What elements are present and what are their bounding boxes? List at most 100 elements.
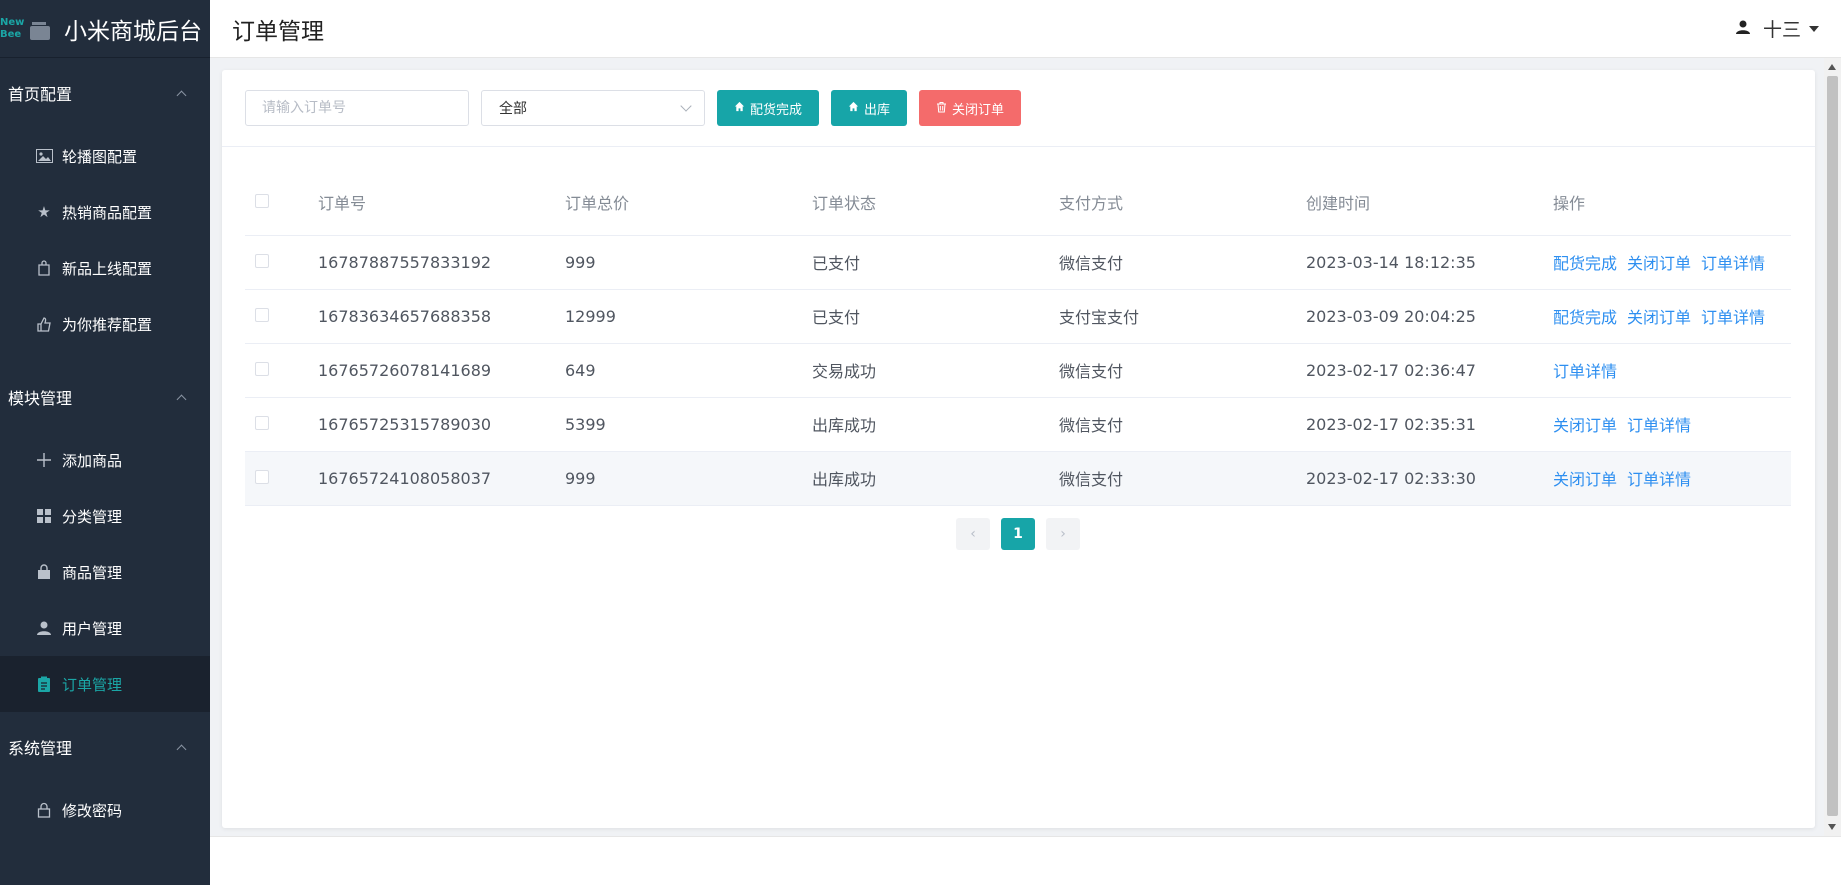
row-select-cell — [245, 451, 318, 506]
thumb-icon — [34, 314, 54, 334]
order-detail-link[interactable]: 订单详情 — [1553, 362, 1617, 381]
sidebar-item-add-goods[interactable]: 添加商品 — [0, 432, 210, 488]
table-header-row: 订单号 订单总价 订单状态 支付方式 创建时间 操作 — [245, 170, 1791, 236]
header-order-no[interactable]: 订单号 — [318, 170, 565, 236]
pack-complete-link[interactable]: 配货完成 — [1553, 254, 1617, 273]
sidebar-item-new-goods[interactable]: 新品上线配置 — [0, 240, 210, 296]
sidebar-item-label: 用户管理 — [62, 619, 123, 638]
cell-status: 已支付 — [812, 289, 1059, 344]
cart-icon — [30, 21, 50, 40]
cell-actions: 订单详情 — [1553, 343, 1791, 398]
page-1-button[interactable]: 1 — [1001, 518, 1035, 550]
ship-label: 出库 — [864, 102, 891, 118]
table-row: 16765726078141689 649 交易成功 微信支付 2023-02-… — [245, 343, 1791, 398]
order-detail-link[interactable]: 订单详情 — [1627, 416, 1691, 435]
header-total-price[interactable]: 订单总价 — [565, 170, 812, 236]
prev-page-button[interactable]: ‹ — [956, 518, 990, 550]
header-create-time[interactable]: 创建时间 — [1306, 170, 1553, 236]
row-checkbox[interactable] — [255, 361, 269, 376]
close-order-link[interactable]: 关闭订单 — [1627, 254, 1691, 273]
close-order-link[interactable]: 关闭订单 — [1553, 416, 1617, 435]
menu-group-home-config[interactable]: 首页配置 — [0, 58, 210, 128]
lock-icon — [34, 800, 54, 820]
sidebar-item-recommend[interactable]: 为你推荐配置 — [0, 296, 210, 352]
status-select[interactable]: 全部 — [481, 90, 705, 126]
scroll-thumb[interactable] — [1827, 76, 1838, 816]
sidebar-item-label: 热销商品配置 — [62, 203, 153, 222]
pack-complete-link[interactable]: 配货完成 — [1553, 308, 1617, 327]
menu-group-system[interactable]: 系统管理 — [0, 712, 210, 782]
order-detail-link[interactable]: 订单详情 — [1627, 470, 1691, 489]
logo-text-bottom: Bee — [0, 28, 22, 40]
cell-price: 999 — [565, 235, 812, 290]
sidebar-item-change-password[interactable]: 修改密码 — [0, 782, 210, 838]
sidebar-item-category[interactable]: 分类管理 — [0, 488, 210, 544]
header-pay-method[interactable]: 支付方式 — [1059, 170, 1306, 236]
menu-group-label: 首页配置 — [8, 85, 73, 104]
cell-status: 交易成功 — [812, 343, 1059, 398]
sidebar-item-label: 修改密码 — [62, 801, 123, 820]
close-order-link[interactable]: 关闭订单 — [1553, 470, 1617, 489]
top-header: 订单管理 十三 — [210, 0, 1841, 58]
cell-pay: 微信支付 — [1059, 451, 1306, 506]
username: 十三 — [1762, 19, 1801, 41]
close-order-link[interactable]: 关闭订单 — [1627, 308, 1691, 327]
select-all-checkbox[interactable] — [255, 193, 269, 208]
cell-actions: 关闭订单 订单详情 — [1553, 451, 1791, 506]
chevron-up-icon — [176, 742, 186, 752]
scroll-up-arrow-icon[interactable] — [1828, 64, 1836, 70]
logo-text-top: New — [0, 16, 25, 28]
pack-complete-button[interactable]: 配货完成 — [717, 90, 820, 126]
header-order-status[interactable]: 订单状态 — [812, 170, 1059, 236]
order-detail-link[interactable]: 订单详情 — [1701, 254, 1765, 273]
sidebar-item-hot-goods[interactable]: ★ 热销商品配置 — [0, 184, 210, 240]
home-icon — [848, 101, 859, 115]
cell-pay: 支付宝支付 — [1059, 289, 1306, 344]
row-checkbox[interactable] — [255, 469, 269, 484]
sidebar-item-label: 分类管理 — [62, 507, 123, 526]
page-scrollbar[interactable] — [1824, 58, 1841, 836]
caret-down-icon — [1809, 25, 1819, 32]
row-checkbox[interactable] — [255, 415, 269, 430]
sidebar-item-label: 添加商品 — [62, 451, 123, 470]
table-row: 16783634657688358 12999 已支付 支付宝支付 2023-0… — [245, 289, 1791, 344]
row-checkbox[interactable] — [255, 253, 269, 268]
menu-group-label: 模块管理 — [8, 389, 73, 408]
sidebar-item-label: 轮播图配置 — [62, 147, 138, 166]
sidebar-item-users[interactable]: 用户管理 — [0, 600, 210, 656]
menu-group-label: 系统管理 — [8, 739, 73, 758]
sidebar-item-orders[interactable]: 订单管理 — [0, 656, 210, 712]
close-order-button[interactable]: 关闭订单 — [919, 90, 1022, 126]
sidebar: New Bee 小米商城后台 首页配置 轮播图配置 ★ 热销商品配置 新品上线配… — [0, 0, 210, 885]
close-order-label: 关闭订单 — [952, 102, 1005, 118]
scroll-down-arrow-icon[interactable] — [1828, 824, 1836, 830]
sidebar-item-goods[interactable]: 商品管理 — [0, 544, 210, 600]
new-product-icon — [34, 258, 54, 278]
row-select-cell — [245, 397, 318, 452]
order-search-input[interactable] — [245, 90, 469, 126]
page-title: 订单管理 — [232, 18, 324, 45]
cell-price: 999 — [565, 451, 812, 506]
footer-strip — [210, 836, 1841, 885]
row-checkbox[interactable] — [255, 307, 269, 322]
cell-order-no: 16765724108058037 — [318, 451, 565, 506]
table-row: 16765725315789030 5399 出库成功 微信支付 2023-02… — [245, 397, 1791, 452]
menu-group-modules[interactable]: 模块管理 — [0, 362, 210, 432]
row-select-cell — [245, 235, 318, 290]
chevron-up-icon — [176, 392, 186, 402]
cell-price: 5399 — [565, 397, 812, 452]
sidebar-item-carousel[interactable]: 轮播图配置 — [0, 128, 210, 184]
cell-status: 已支付 — [812, 235, 1059, 290]
table-row: 16787887557833192 999 已支付 微信支付 2023-03-1… — [245, 235, 1791, 290]
user-menu[interactable]: 十三 — [1735, 15, 1819, 42]
home-icon — [734, 101, 745, 115]
table-row: 16765724108058037 999 出库成功 微信支付 2023-02-… — [245, 451, 1791, 506]
ship-button[interactable]: 出库 — [831, 90, 908, 126]
brand-title: 小米商城后台 — [64, 18, 202, 45]
cell-time: 2023-03-14 18:12:35 — [1306, 235, 1553, 290]
next-page-button[interactable]: › — [1046, 518, 1080, 550]
cell-order-no: 16787887557833192 — [318, 235, 565, 290]
cell-time: 2023-02-17 02:36:47 — [1306, 343, 1553, 398]
order-detail-link[interactable]: 订单详情 — [1701, 308, 1765, 327]
cell-order-no: 16783634657688358 — [318, 289, 565, 344]
